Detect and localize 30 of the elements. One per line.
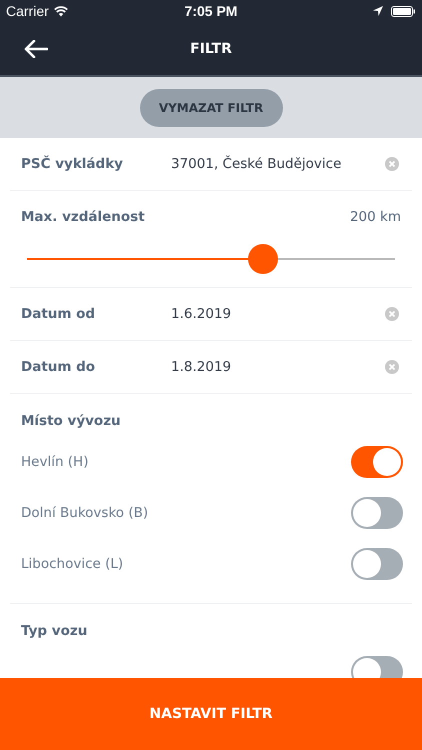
distance-slider[interactable] [27,244,395,274]
field-label: Datum od [21,306,96,322]
option-label: Libochovice (L) [21,556,124,572]
slider-thumb[interactable] [248,244,278,274]
section-title: Typ vozu [21,622,88,641]
distance-label: Max. vzdálenost [21,209,146,225]
toggle-switch[interactable] [351,496,403,528]
clear-filter-button[interactable]: VYMAZAT FILTR [140,88,282,126]
field-label: PSČ vykládky [21,156,124,172]
distance-reading: 200 km [350,209,401,225]
screen-title: FILTR [190,40,232,56]
clock: 7:05 PM [184,3,238,19]
option-label: Dolní Bukovsko (B) [21,504,148,520]
wifi-icon [54,6,68,16]
toggle-switch[interactable] [351,656,403,678]
option-label: Hevlín (H) [21,454,88,470]
carrier-label: Carrier [6,3,49,19]
clear-icon[interactable] [385,307,399,321]
toggle-switch[interactable] [351,548,403,580]
battery-icon [391,6,416,16]
field-value[interactable]: 1.6.2019 [171,306,385,322]
section-title: Místo vývozu [21,412,122,431]
clear-icon[interactable] [385,157,399,171]
field-value[interactable]: 1.8.2019 [171,359,385,375]
clear-icon[interactable] [385,360,399,374]
field-value[interactable]: 37001, České Budějovice [171,156,385,172]
location-arrow-icon [373,6,383,16]
back-arrow-icon[interactable] [24,40,48,58]
field-label: Datum do [21,359,96,375]
toggle-switch[interactable] [351,446,403,478]
